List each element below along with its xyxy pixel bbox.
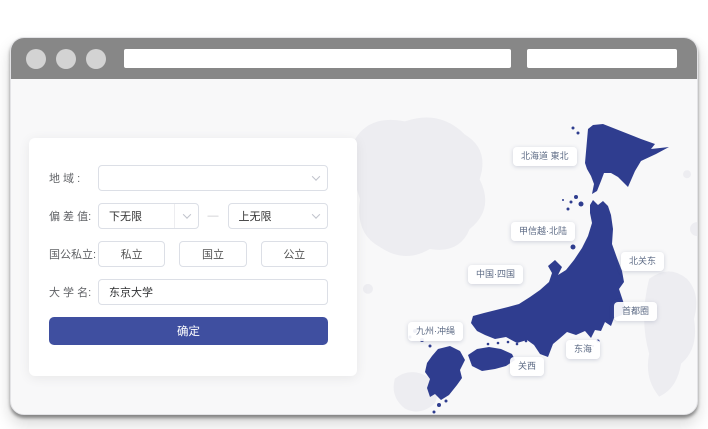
traffic-light-icon: [26, 48, 46, 69]
map-region-shutoken[interactable]: 首都圈: [614, 302, 658, 321]
region-select[interactable]: [98, 165, 328, 191]
map-region-kansai[interactable]: 关西: [510, 357, 545, 376]
region-row: 地 域 :: [49, 165, 328, 191]
university-name-label: 大 学 名:: [49, 287, 92, 299]
university-name-input[interactable]: [98, 279, 328, 305]
page: 北海道 東北 甲信越·北陆 北关东 中国·四国 首都圈 九州·冲绳 东海 关西 …: [0, 0, 708, 429]
secondary-bar: [527, 49, 677, 68]
chevron-down-icon: [311, 172, 321, 181]
chevron-down-icon: [311, 210, 321, 219]
browser-window: 北海道 東北 甲信越·北陆 北关东 中国·四国 首都圈 九州·冲绳 东海 关西 …: [10, 37, 698, 415]
deviation-label: 偏 差 值:: [49, 211, 92, 223]
traffic-light-icon: [86, 48, 106, 69]
deviation-upper-value: 上无限: [238, 211, 272, 223]
range-separator: —: [207, 210, 219, 222]
region-label: 地 域 :: [49, 173, 81, 185]
university-search-form: 地 域 : 偏 差 值: 下无限 — 上无限 国公私立: 私立 国立 公立 大 …: [29, 138, 357, 376]
map-region-hokkaido-tohoku[interactable]: 北海道 東北: [513, 147, 577, 166]
school-type-row: 国公私立: 私立 国立 公立: [49, 241, 328, 267]
deviation-upper-select[interactable]: 上无限: [227, 203, 328, 229]
submit-button[interactable]: 确定: [49, 317, 328, 345]
map-region-tokai[interactable]: 东海: [566, 340, 601, 359]
traffic-light-icon: [56, 48, 76, 69]
deviation-row: 偏 差 值: 下无限 — 上无限: [49, 203, 328, 229]
school-type-label: 国公私立:: [49, 249, 97, 261]
school-type-option-national[interactable]: 国立: [179, 241, 247, 267]
university-name-row: 大 学 名:: [49, 279, 328, 305]
map-region-chugoku-shikoku[interactable]: 中国·四国: [468, 265, 523, 284]
school-type-option-public[interactable]: 公立: [260, 241, 328, 267]
chevron-down-icon: [182, 210, 191, 219]
page-content: 北海道 東北 甲信越·北陆 北关东 中国·四国 首都圈 九州·冲绳 东海 关西 …: [11, 79, 697, 414]
deviation-lower-value: 下无限: [109, 211, 142, 223]
browser-titlebar: [11, 38, 697, 79]
map-region-koshinetsu-hokuriku[interactable]: 甲信越·北陆: [511, 222, 575, 241]
map-region-kita-kanto[interactable]: 北关东: [621, 252, 665, 271]
school-type-option-private[interactable]: 私立: [98, 241, 166, 267]
map-region-kyushu-okinawa[interactable]: 九州·冲绳: [408, 322, 463, 341]
deviation-lower-select[interactable]: 下无限: [98, 203, 199, 229]
address-bar: [124, 49, 511, 68]
